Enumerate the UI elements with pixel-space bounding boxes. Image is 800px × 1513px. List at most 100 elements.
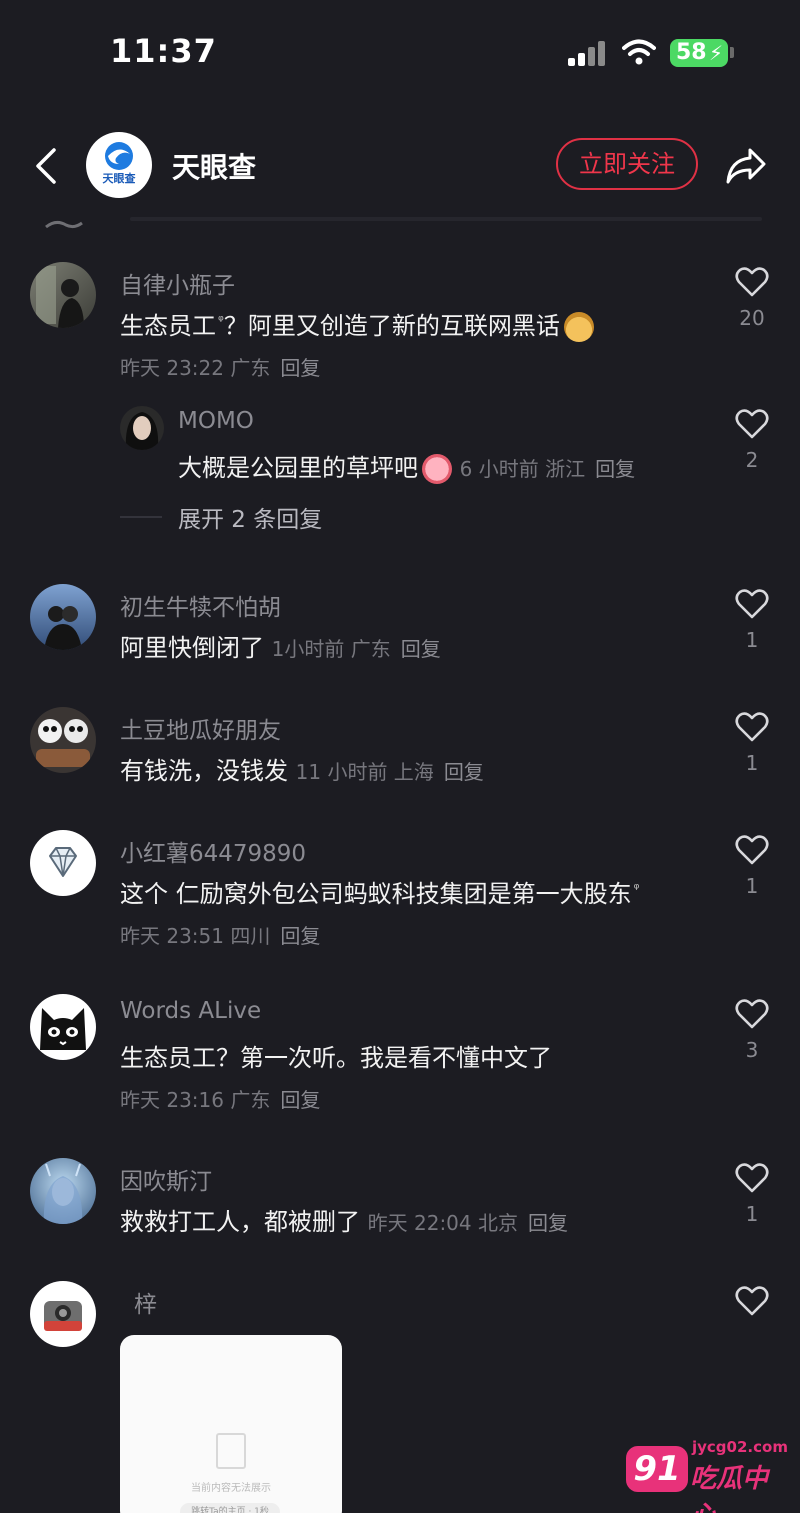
watermark: 91 jycg02.com 吃瓜中心: [626, 1438, 788, 1513]
back-icon[interactable]: [30, 146, 62, 186]
comment-meta: 昨天 22:04 北京 回复: [368, 1211, 568, 1235]
like-button[interactable]: 2: [734, 408, 770, 472]
expand-divider: [120, 516, 162, 518]
heart-icon: [735, 409, 769, 439]
comment-image[interactable]: 当前内容无法展示 跳转Ta的主页 · 1秒: [120, 1335, 342, 1513]
share-icon[interactable]: [724, 146, 768, 186]
comment-text: 阿里快倒闭了 1小时前 广东 回复: [120, 628, 441, 663]
comment-username[interactable]: 土豆地瓜好朋友: [120, 711, 281, 745]
comment-text: 生态员工？第一次听。我是看不懂中文了: [120, 1044, 552, 1072]
follow-button[interactable]: 立即关注: [556, 138, 698, 190]
comment-text-content: 救救打工人，都被删了: [120, 1208, 360, 1236]
like-button[interactable]: [734, 1285, 770, 1317]
logo-text: 天眼查: [102, 172, 136, 185]
heart-icon: [735, 1163, 769, 1193]
reply-text-content: 大概是公园里的草坪吧: [178, 454, 418, 482]
comment-text-content: 这个 仁励窝外包公司蚂蚁科技集团是第一大股东: [120, 880, 632, 908]
avatar[interactable]: [30, 707, 96, 773]
comment-text-rest: ？阿里又创造了新的互联网黑话: [223, 312, 560, 340]
header-bar: 天眼查 天眼查 立即关注: [0, 110, 800, 220]
comment-text: 这个 仁励窝外包公司蚂蚁科技集团是第一大股东 ᵠ: [120, 874, 639, 909]
comment-username[interactable]: 梓: [134, 1285, 157, 1319]
comment-username[interactable]: 初生牛犊不怕胡: [120, 588, 281, 622]
comment-time-location: 昨天 22:04 北京: [367, 1211, 518, 1235]
comment-username[interactable]: 小红薯64479890: [120, 834, 306, 868]
heart-icon: [735, 267, 769, 297]
comment-time-location: 昨天 23:16 广东: [120, 1088, 271, 1112]
reply-link[interactable]: 回复: [280, 356, 320, 380]
comment-username[interactable]: 自律小瓶子: [120, 266, 235, 300]
comment-text: 生态员工 ᵠ？阿里又创造了新的互联网黑话: [120, 306, 594, 342]
battery-level: 58: [676, 40, 707, 65]
comment-text-link[interactable]: 生态员工: [120, 312, 216, 340]
comment-time-location: 11 小时前 上海: [295, 760, 434, 784]
like-button[interactable]: 3: [734, 998, 770, 1062]
previous-comment-sliver: [44, 214, 84, 229]
avatar[interactable]: [30, 1158, 96, 1224]
battery-icon: 58 ⚡: [670, 39, 728, 67]
avatar[interactable]: [30, 830, 96, 896]
search-icon[interactable]: ᵠ: [634, 881, 640, 897]
like-count: 2: [745, 448, 759, 472]
battery-cap: [730, 47, 734, 58]
comment-meta: 昨天 23:22 广东 回复: [120, 352, 320, 381]
crying-emoji-icon: [422, 454, 452, 484]
watermark-text: 吃瓜中心: [690, 1464, 769, 1513]
comment-time-location: 1小时前 广东: [271, 637, 391, 661]
comment-meta: 昨天 23:16 广东 回复: [120, 1084, 320, 1113]
document-icon: [216, 1433, 246, 1469]
avatar[interactable]: [30, 1281, 96, 1347]
wifi-icon: [622, 39, 656, 65]
reply-link[interactable]: 回复: [528, 1211, 568, 1235]
like-count: 1: [745, 628, 759, 652]
dog-emoji-icon: [563, 312, 594, 342]
reply-text: 大概是公园里的草坪吧 6 小时前 浙江 回复: [178, 448, 635, 484]
reply-link[interactable]: 回复: [595, 457, 635, 481]
avatar[interactable]: [30, 994, 96, 1060]
heart-icon: [735, 1286, 769, 1316]
watermark-number: 91: [626, 1446, 688, 1492]
comment-username[interactable]: Words ALive: [120, 998, 261, 1024]
reply-username[interactable]: MOMO: [178, 408, 254, 434]
watermark-url: jycg02.com: [692, 1438, 788, 1456]
avatar[interactable]: [30, 584, 96, 650]
reply-time-location: 6 小时前 浙江: [459, 457, 586, 481]
like-count: 1: [745, 751, 759, 775]
reply-link[interactable]: 回复: [444, 760, 484, 784]
like-button[interactable]: 1: [734, 588, 770, 652]
avatar[interactable]: [120, 406, 164, 450]
heart-icon: [735, 835, 769, 865]
account-logo[interactable]: 天眼查: [86, 132, 152, 198]
expand-replies-button[interactable]: 展开 2 条回复: [178, 500, 322, 534]
heart-icon: [735, 712, 769, 742]
avatar[interactable]: [30, 262, 96, 328]
reply-link[interactable]: 回复: [401, 637, 441, 661]
reply-meta: 6 小时前 浙江 回复: [460, 457, 635, 481]
like-button[interactable]: 1: [734, 834, 770, 898]
like-count: 3: [745, 1038, 759, 1062]
comment-meta: 昨天 23:51 四川 回复: [120, 920, 320, 949]
cat-icon: [40, 1008, 86, 1050]
diamond-icon: [49, 847, 77, 877]
like-button[interactable]: 1: [734, 1162, 770, 1226]
signal-icon: [568, 40, 608, 66]
reply-link[interactable]: 回复: [280, 1088, 320, 1112]
comment-meta: 11 小时前 上海 回复: [296, 760, 484, 784]
like-count: 1: [745, 874, 759, 898]
reply-link[interactable]: 回复: [280, 924, 320, 948]
like-button[interactable]: 20: [734, 266, 770, 330]
status-time: 11:37: [110, 32, 217, 70]
like-count: 1: [745, 1202, 759, 1226]
like-count: 20: [739, 306, 765, 330]
account-name[interactable]: 天眼查: [172, 146, 256, 186]
image-card-button[interactable]: 跳转Ta的主页 · 1秒: [180, 1503, 280, 1513]
comment-text: 救救打工人，都被删了 昨天 22:04 北京 回复: [120, 1202, 568, 1237]
heart-icon: [735, 999, 769, 1029]
comment-text-content: 有钱洗，没钱发: [120, 757, 288, 785]
camera-icon: [44, 1301, 82, 1331]
comment-time-location: 昨天 23:51 四川: [120, 924, 271, 948]
like-button[interactable]: 1: [734, 711, 770, 775]
comment-time-location: 昨天 23:22 广东: [120, 356, 271, 380]
comment-text: 有钱洗，没钱发 11 小时前 上海 回复: [120, 751, 484, 786]
comment-username[interactable]: 因吹斯汀: [120, 1162, 212, 1196]
